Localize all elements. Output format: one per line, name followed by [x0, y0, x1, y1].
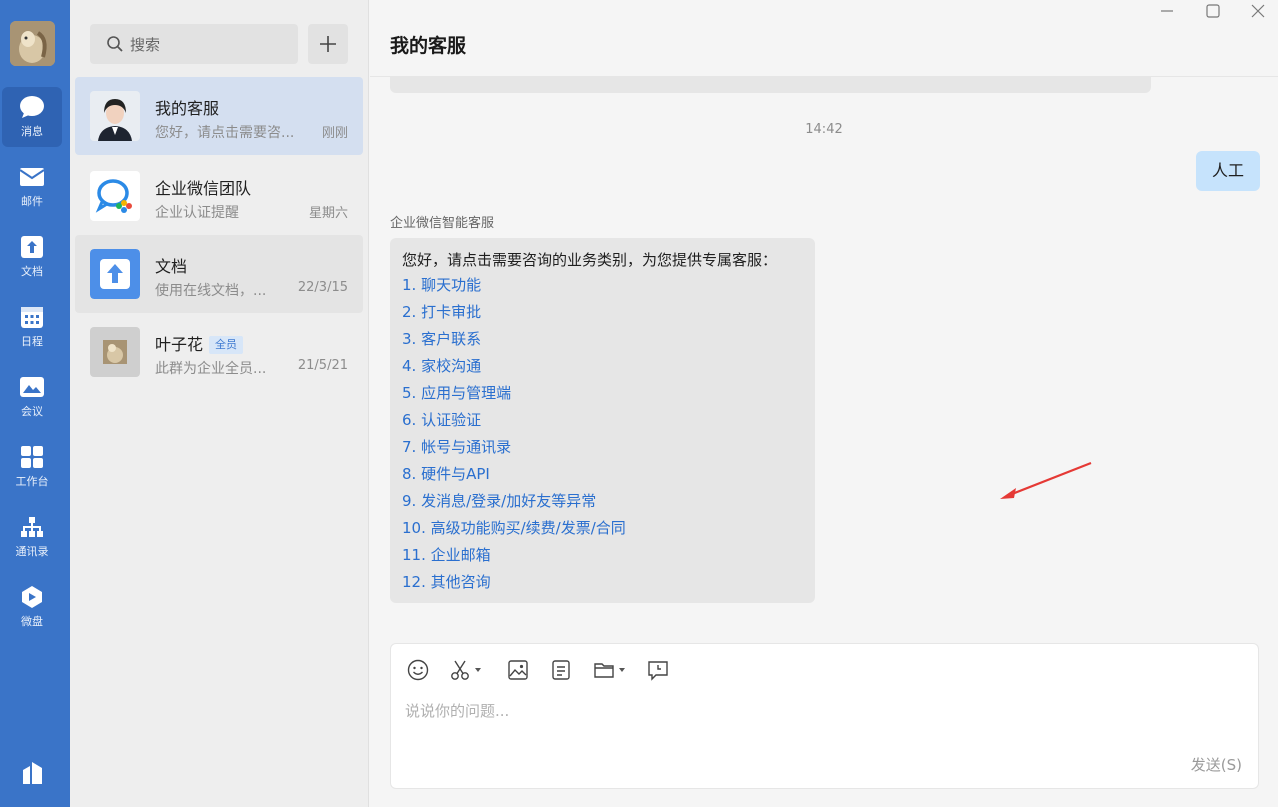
my-avatar[interactable]: [10, 21, 55, 66]
chevron-down-icon[interactable]: [619, 668, 625, 672]
nav-label: 消息: [21, 125, 43, 138]
menu-option-link[interactable]: 2. 打卡审批: [402, 299, 803, 326]
nav-workbench[interactable]: 工作台: [2, 437, 62, 497]
conversation-time: 22/3/15: [297, 280, 348, 295]
chat-pane: 我的客服 14:42 人工 企业微信智能客服 您好，请点击需要咨询的业务类别，为…: [370, 0, 1278, 807]
add-button[interactable]: [308, 24, 348, 64]
my-message-bubble: 人工: [1195, 151, 1260, 191]
nav-rail: 消息 邮件 文档 日程 会议 工作台 通讯录 微盘: [0, 0, 70, 807]
avatar: [90, 91, 140, 141]
drive-icon: [22, 586, 42, 608]
conversation-item[interactable]: 企业微信团队 企业认证提醒 星期六: [75, 157, 363, 235]
nav-meeting[interactable]: 会议: [2, 367, 62, 427]
plus-icon: [320, 36, 336, 52]
conversation-time: 刚刚: [321, 126, 348, 141]
scissors-icon: [451, 660, 469, 680]
nav-label: 工作台: [15, 475, 49, 488]
nav-label: 文档: [21, 265, 43, 278]
nav-messages[interactable]: 消息: [2, 87, 62, 147]
nav-label: 会议: [21, 405, 43, 418]
document-button[interactable]: [550, 658, 572, 682]
chat-title: 我的客服: [390, 35, 467, 57]
conversation-preview: 您好，请点击需要咨...: [155, 125, 295, 141]
emoji-icon: [407, 659, 429, 681]
chevron-down-icon[interactable]: [475, 668, 481, 672]
conversation-item[interactable]: 叶子花 全员 此群为企业全员... 21/5/21: [75, 313, 363, 391]
conversation-name: 叶子花 全员: [155, 331, 244, 355]
nav-docs[interactable]: 文档: [2, 227, 62, 287]
menu-option-link[interactable]: 12. 其他咨询: [402, 569, 803, 596]
menu-option-link[interactable]: 1. 聊天功能: [402, 272, 803, 299]
conversation-name: 企业微信团队: [155, 179, 252, 198]
avatar: [90, 171, 140, 221]
bot-message-bubble: 您好，请点击需要咨询的业务类别，为您提供专属客服： 1. 聊天功能 2. 打卡审…: [390, 238, 815, 603]
menu-option-link[interactable]: 7. 帐号与通讯录: [402, 434, 803, 461]
nav-label: 日程: [21, 335, 43, 348]
mail-icon: [19, 168, 45, 186]
nav-label: 邮件: [21, 195, 43, 208]
contacts-tree-icon: [21, 517, 43, 537]
previous-message-bubble: [390, 77, 1151, 93]
document-icon: [552, 660, 570, 680]
avatar: [90, 327, 140, 377]
menu-option-link[interactable]: 10. 高级功能购买/续费/发票/合同: [402, 515, 803, 542]
file-button[interactable]: [593, 658, 625, 682]
meeting-icon: [20, 377, 44, 397]
screenshot-button[interactable]: [449, 658, 481, 682]
conversation-name: 我的客服: [155, 99, 220, 118]
nav-drive[interactable]: 微盘: [2, 577, 62, 637]
close-icon[interactable]: [1249, 2, 1267, 20]
nav-label: 通讯录: [15, 545, 49, 558]
clock-message-icon: [648, 661, 668, 681]
minimize-icon[interactable]: [1158, 2, 1176, 20]
emoji-button[interactable]: [407, 658, 429, 682]
message-input[interactable]: 说说你的问题...: [405, 700, 509, 721]
conversation-time: 星期六: [308, 206, 348, 221]
nav-contacts[interactable]: 通讯录: [2, 507, 62, 567]
more-apps-icon[interactable]: [20, 760, 46, 786]
menu-option-link[interactable]: 11. 企业邮箱: [402, 542, 803, 569]
conversation-list-pane: 搜索 我的客服 您好，请点击需要咨... 刚刚 企业微信团队 企业认证提醒 星期…: [70, 0, 369, 807]
avatar: [90, 249, 140, 299]
message-timestamp: 14:42: [805, 122, 843, 137]
schedule-message-button[interactable]: [647, 658, 669, 682]
search-box[interactable]: 搜索: [90, 24, 298, 64]
menu-option-link[interactable]: 5. 应用与管理端: [402, 380, 803, 407]
conversation-preview: 企业认证提醒: [155, 205, 239, 221]
doc-icon: [21, 236, 43, 258]
nav-label: 微盘: [21, 615, 43, 628]
calendar-icon: [21, 307, 43, 328]
menu-option-link[interactable]: 4. 家校沟通: [402, 353, 803, 380]
conversation-item[interactable]: 文档 使用在线文档，... 22/3/15: [75, 235, 363, 313]
nav-mail[interactable]: 邮件: [2, 157, 62, 217]
annotation-arrow-icon: [1000, 461, 1092, 499]
conversation-preview: 此群为企业全员...: [155, 361, 267, 377]
menu-option-link[interactable]: 6. 认证验证: [402, 407, 803, 434]
chat-bubble-icon: [20, 96, 44, 118]
image-button[interactable]: [507, 658, 529, 682]
sender-name: 企业微信智能客服: [390, 216, 495, 231]
folder-icon: [594, 663, 614, 678]
conversation-time: 21/5/21: [297, 358, 348, 373]
conversation-name: 文档: [155, 257, 188, 276]
member-badge: 全员: [209, 336, 244, 354]
image-icon: [508, 660, 528, 680]
menu-option-link[interactable]: 8. 硬件与API: [402, 461, 803, 488]
send-button[interactable]: 发送(S): [1191, 754, 1242, 775]
menu-option-link[interactable]: 3. 客户联系: [402, 326, 803, 353]
conversation-item[interactable]: 我的客服 您好，请点击需要咨... 刚刚: [75, 77, 363, 155]
menu-option-link[interactable]: 9. 发消息/登录/加好友等异常: [402, 488, 803, 515]
maximize-icon[interactable]: [1204, 2, 1222, 20]
search-placeholder: 搜索: [130, 35, 161, 54]
search-icon: [107, 36, 123, 52]
workbench-grid-icon: [21, 446, 43, 468]
conversation-preview: 使用在线文档，...: [155, 283, 267, 299]
message-composer: 说说你的问题... 发送(S): [390, 643, 1259, 789]
nav-calendar[interactable]: 日程: [2, 297, 62, 357]
bot-intro-text: 您好，请点击需要咨询的业务类别，为您提供专属客服：: [402, 251, 778, 269]
